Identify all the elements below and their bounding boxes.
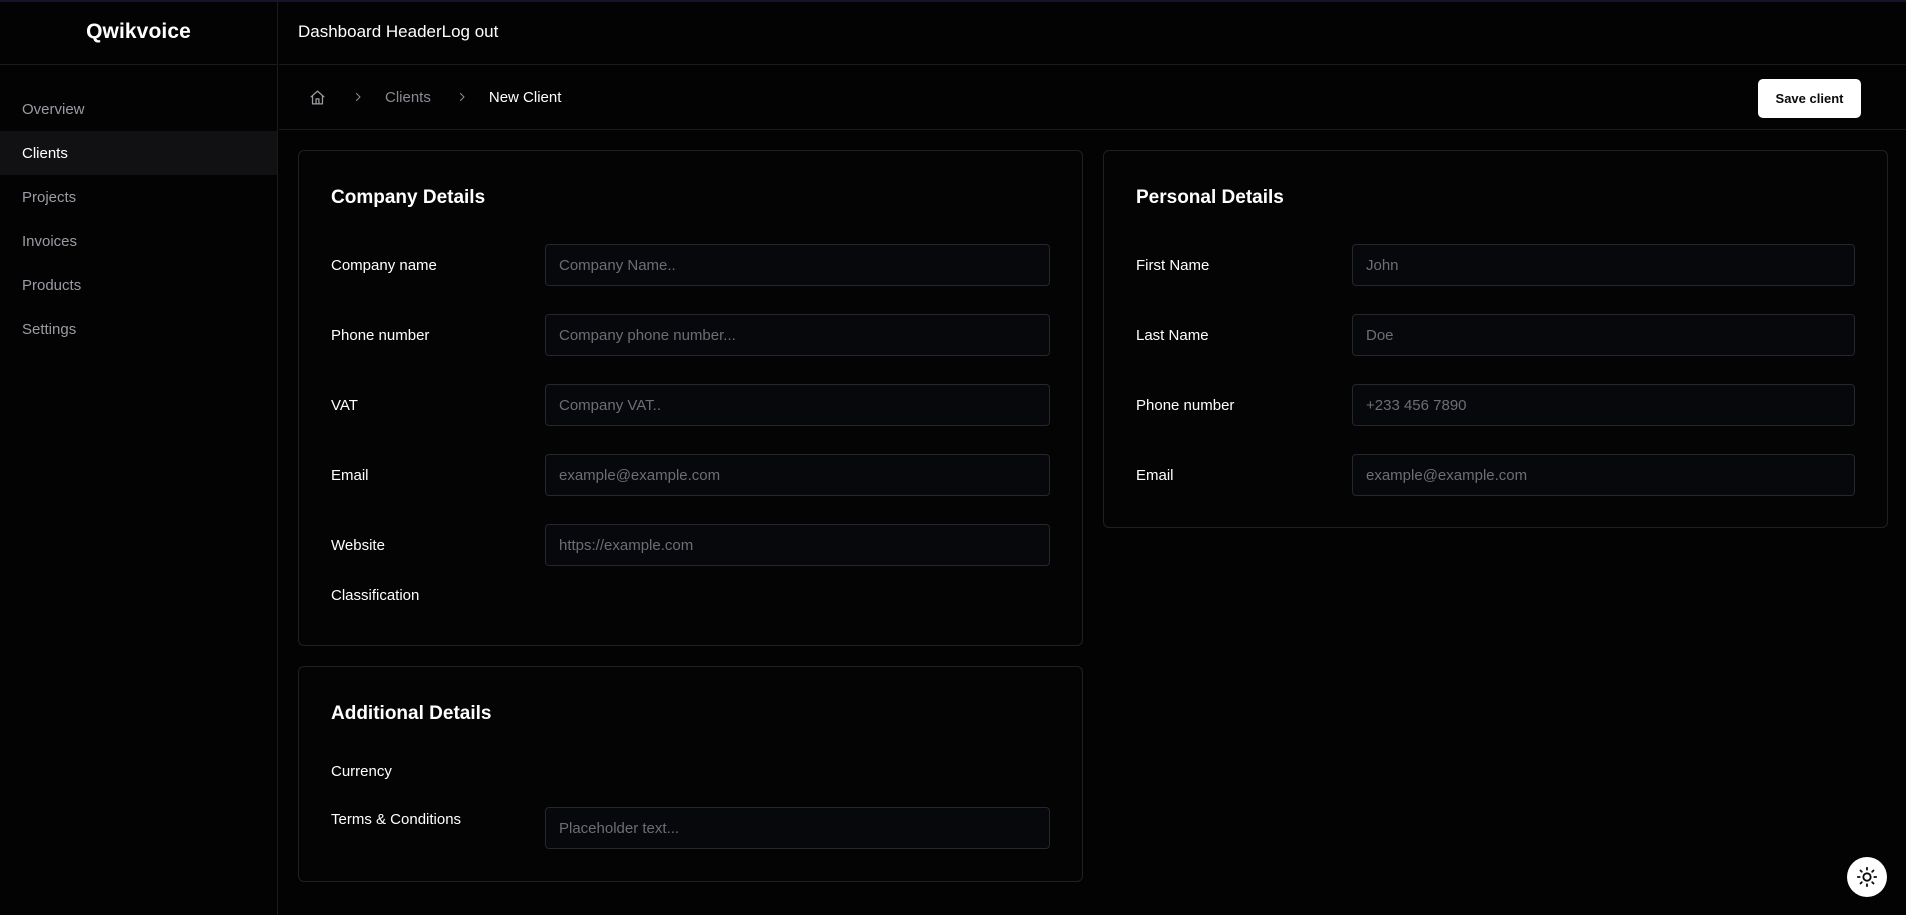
terms-row: Terms & Conditions (331, 807, 1050, 849)
classification-row: Classification (331, 583, 1050, 607)
company-vat-label: VAT (331, 396, 358, 414)
personal-details-title: Personal Details (1136, 187, 1284, 208)
first-name-input[interactable] (1352, 244, 1855, 286)
save-client-button[interactable]: Save client (1758, 79, 1861, 118)
company-details-card: Company Details Company name Phone numbe… (298, 150, 1083, 646)
personal-email-label: Email (1136, 466, 1174, 484)
company-phone-label: Phone number (331, 326, 430, 344)
personal-email-input[interactable] (1352, 454, 1855, 496)
personal-email-row: Email (1136, 454, 1855, 496)
personal-phone-input[interactable] (1352, 384, 1855, 426)
company-vat-row: VAT (331, 384, 1050, 426)
terms-input[interactable] (545, 807, 1050, 849)
company-website-input[interactable] (545, 524, 1050, 566)
chevron-right-icon (350, 89, 366, 105)
personal-phone-label: Phone number (1136, 396, 1235, 414)
company-name-input[interactable] (545, 244, 1050, 286)
terms-label: Terms & Conditions (331, 810, 462, 828)
sidebar-item-settings[interactable]: Settings (0, 307, 277, 351)
home-icon[interactable] (307, 87, 327, 107)
sidebar-item-projects[interactable]: Projects (0, 175, 277, 219)
last-name-label: Last Name (1136, 326, 1209, 344)
company-website-row: Website (331, 524, 1050, 566)
company-name-row: Company name (331, 244, 1050, 286)
theme-toggle-button[interactable] (1847, 857, 1887, 897)
header-title[interactable]: Dashboard HeaderLog out (298, 22, 498, 42)
sidebar-item-invoices[interactable]: Invoices (0, 219, 277, 263)
company-phone-input[interactable] (545, 314, 1050, 356)
company-vat-input[interactable] (545, 384, 1050, 426)
sidebar-item-overview[interactable]: Overview (0, 87, 277, 131)
dashboard-header: Dashboard HeaderLog out (279, 0, 1906, 65)
sidebar-item-clients[interactable]: Clients (0, 131, 277, 175)
last-name-input[interactable] (1352, 314, 1855, 356)
personal-phone-row: Phone number (1136, 384, 1855, 426)
personal-details-card: Personal Details First Name Last Name Ph… (1103, 150, 1888, 528)
sun-icon (1856, 866, 1878, 888)
sidebar-nav: Overview Clients Projects Invoices Produ… (0, 65, 277, 351)
additional-details-title: Additional Details (331, 703, 492, 724)
breadcrumb: Clients New Client (307, 87, 561, 107)
breadcrumb-clients-link[interactable]: Clients (385, 89, 431, 106)
first-name-label: First Name (1136, 256, 1210, 274)
last-name-row: Last Name (1136, 314, 1855, 356)
additional-details-card: Additional Details Currency Terms & Cond… (298, 666, 1083, 882)
classification-label: Classification (331, 586, 420, 604)
currency-row: Currency (331, 759, 1050, 783)
company-email-row: Email (331, 454, 1050, 496)
company-name-label: Company name (331, 256, 437, 274)
sidebar: Qwikvoice Overview Clients Projects Invo… (0, 0, 278, 915)
brand-logo[interactable]: Qwikvoice (0, 0, 277, 65)
breadcrumb-current: New Client (488, 88, 562, 106)
company-phone-row: Phone number (331, 314, 1050, 356)
breadcrumb-bar: Clients New Client Save client (279, 65, 1906, 130)
company-email-label: Email (331, 466, 369, 484)
company-website-label: Website (331, 536, 385, 554)
company-details-title: Company Details (331, 187, 486, 208)
currency-label: Currency (331, 762, 392, 780)
sidebar-item-products[interactable]: Products (0, 263, 277, 307)
chevron-right-icon (454, 89, 470, 105)
company-email-input[interactable] (545, 454, 1050, 496)
first-name-row: First Name (1136, 244, 1855, 286)
